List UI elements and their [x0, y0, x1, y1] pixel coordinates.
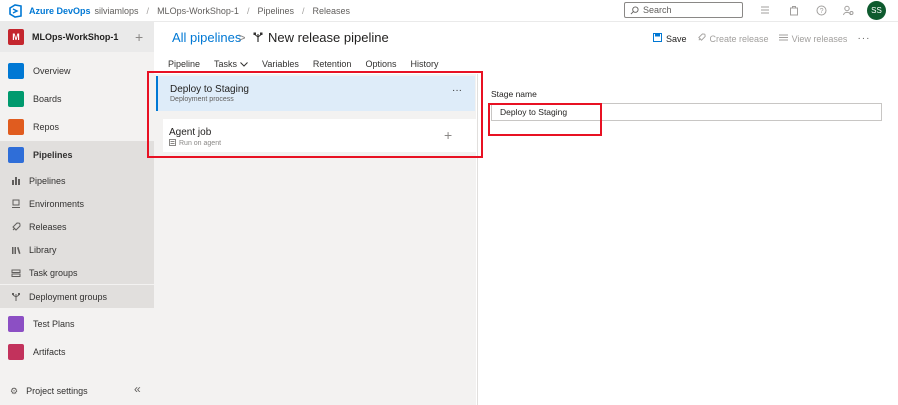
all-pipelines-link[interactable]: All pipelines — [172, 30, 241, 45]
sub-item-library[interactable]: Library — [0, 238, 154, 261]
sub-item-label: Deployment groups — [29, 291, 108, 302]
test-plans-icon — [8, 316, 24, 332]
rocket-icon — [10, 221, 22, 233]
create-release-label: Create release — [709, 33, 769, 44]
pipelines-bars-icon — [10, 175, 22, 187]
top-bar: Azure DevOps silviamlops / MLOps-WorkSho… — [0, 0, 898, 22]
tab-tasks[interactable]: Tasks — [214, 59, 248, 69]
user-settings-icon[interactable] — [842, 4, 854, 16]
tab-tasks-label: Tasks — [214, 59, 238, 69]
chevron-down-icon — [240, 60, 248, 69]
save-label: Save — [666, 33, 687, 44]
nav-item-label: Artifacts — [33, 347, 66, 357]
create-release-button[interactable]: Create release — [697, 33, 769, 44]
avatar[interactable]: SS — [867, 1, 886, 20]
environments-icon — [10, 198, 22, 210]
page-title[interactable]: New release pipeline — [268, 30, 389, 45]
nav-item-pipelines[interactable]: Pipelines — [0, 141, 154, 169]
nav-item-repos[interactable]: Repos — [0, 113, 154, 141]
release-pipeline-icon — [253, 32, 263, 42]
repos-icon — [8, 119, 24, 135]
project-badge: M — [8, 29, 24, 45]
breadcrumb-org[interactable]: silviamlops — [95, 6, 139, 16]
collapse-nav-icon[interactable]: « — [134, 382, 141, 396]
tab-retention[interactable]: Retention — [313, 59, 352, 69]
tab-variables[interactable]: Variables — [262, 59, 299, 69]
sub-item-label: Library — [29, 244, 57, 255]
brand-link[interactable]: Azure DevOps — [29, 6, 91, 16]
header-actions: Save Create release View releases ··· — [653, 33, 870, 44]
nav-item-boards[interactable]: Boards — [0, 85, 154, 113]
project-name: MLOps-WorkShop-1 — [32, 32, 119, 42]
page-header: All pipelines > New release pipeline Sav… — [154, 22, 898, 54]
search-box[interactable]: Search — [624, 2, 743, 18]
help-icon[interactable]: ? — [815, 4, 827, 16]
overview-icon — [8, 63, 24, 79]
rocket-icon — [697, 33, 706, 44]
view-releases-button[interactable]: View releases — [778, 33, 848, 44]
project-settings-link[interactable]: ⚙ Project settings — [0, 380, 154, 402]
sub-item-label: Environments — [29, 198, 85, 209]
library-icon — [10, 244, 22, 256]
azure-devops-logo-icon[interactable] — [9, 3, 23, 18]
task-groups-icon — [10, 267, 22, 279]
highlight-annotation — [488, 103, 602, 136]
save-button[interactable]: Save — [653, 33, 687, 44]
pipeline-tabs: Pipeline Tasks Variables Retention Optio… — [154, 56, 438, 72]
sub-item-label: Pipelines — [29, 175, 66, 186]
add-icon[interactable]: + — [135, 30, 143, 44]
tab-options[interactable]: Options — [365, 59, 396, 69]
nav-item-label: Boards — [33, 94, 62, 104]
pipelines-icon — [8, 147, 24, 163]
view-releases-label: View releases — [791, 33, 848, 44]
sub-item-label: Task groups — [29, 267, 78, 278]
deployment-groups-icon — [10, 291, 22, 303]
breadcrumb-project[interactable]: MLOps-WorkShop-1 — [157, 6, 239, 16]
search-icon — [630, 5, 639, 14]
breadcrumb-separator: / — [246, 5, 250, 16]
artifacts-icon — [8, 344, 24, 360]
header-separator: > — [238, 30, 246, 45]
settings-list-icon[interactable] — [759, 4, 771, 16]
breadcrumb-separator: / — [301, 5, 305, 16]
sub-item-deployment-groups[interactable]: Deployment groups — [0, 285, 154, 308]
sub-item-task-groups[interactable]: Task groups — [0, 261, 154, 284]
sub-item-releases[interactable]: Releases — [0, 215, 154, 238]
breadcrumb-pipelines[interactable]: Pipelines — [257, 6, 294, 16]
breadcrumb-releases[interactable]: Releases — [313, 6, 351, 16]
marketplace-icon[interactable] — [788, 4, 800, 16]
boards-icon — [8, 91, 24, 107]
more-actions-icon[interactable]: ··· — [857, 33, 870, 44]
nav-item-label: Pipelines — [33, 150, 73, 160]
nav-item-test-plans[interactable]: Test Plans — [0, 310, 154, 338]
nav-item-artifacts[interactable]: Artifacts — [0, 338, 154, 366]
gear-icon: ⚙ — [10, 385, 19, 396]
svg-text:?: ? — [819, 8, 823, 15]
nav-item-label: Overview — [33, 66, 71, 76]
sub-item-label: Releases — [29, 221, 67, 232]
stage-name-label: Stage name — [491, 89, 537, 99]
list-icon — [778, 33, 788, 44]
project-header[interactable]: M MLOps-WorkShop-1 — [0, 22, 154, 52]
save-icon — [653, 33, 662, 44]
tab-pipeline[interactable]: Pipeline — [168, 59, 200, 69]
breadcrumb-separator: / — [146, 5, 150, 16]
project-settings-label: Project settings — [26, 386, 88, 396]
nav-item-overview[interactable]: Overview — [0, 57, 154, 85]
sub-item-pipelines[interactable]: Pipelines — [0, 169, 154, 192]
nav-item-label: Test Plans — [33, 319, 75, 329]
sub-item-environments[interactable]: Environments — [0, 192, 154, 215]
highlight-annotation — [147, 71, 483, 158]
nav-item-label: Repos — [33, 122, 60, 132]
tab-history[interactable]: History — [410, 59, 438, 69]
search-placeholder: Search — [643, 5, 672, 15]
